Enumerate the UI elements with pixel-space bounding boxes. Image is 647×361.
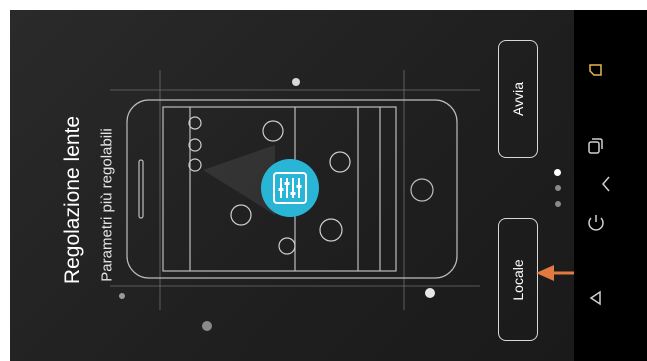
start-button-label: Avvia: [510, 82, 526, 116]
overview-triangle-icon[interactable]: [587, 289, 605, 307]
back-icon[interactable]: [599, 174, 613, 194]
pager-dot-active[interactable]: [554, 169, 561, 176]
recents-icon[interactable]: [587, 61, 605, 79]
page-title: Regolazione lente: [61, 115, 84, 285]
pager-dot[interactable]: [555, 185, 561, 191]
pager-dot[interactable]: [555, 201, 561, 207]
equalizer-icon: [261, 159, 319, 217]
overview-icon[interactable]: [586, 136, 604, 156]
page-subtitle: Parametri più regolabili: [98, 128, 116, 282]
local-button-label: Locale: [510, 258, 526, 301]
app-screen: Regolazione lente Parametri più regolabi…: [10, 10, 647, 361]
system-navigation-bar: [574, 10, 647, 361]
home-icon[interactable]: [586, 213, 606, 233]
start-button[interactable]: Avvia: [498, 40, 538, 158]
